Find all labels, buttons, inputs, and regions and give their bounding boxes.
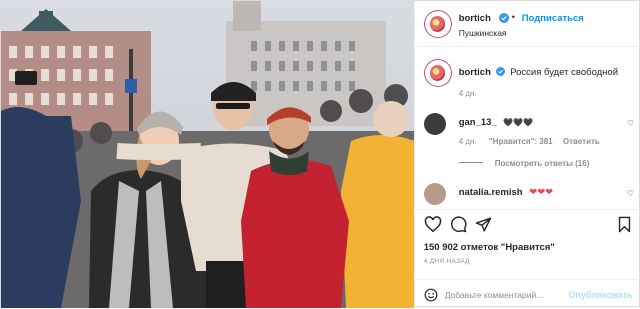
- post-photo[interactable]: [1, 1, 414, 308]
- comment-like-heart-icon[interactable]: ♡: [627, 119, 634, 128]
- comment-input[interactable]: [444, 287, 585, 303]
- add-comment-row: Опубликовать: [414, 279, 640, 309]
- caption-age: 4 дн.: [458, 89, 477, 98]
- comment-text: ❤❤❤: [529, 187, 554, 198]
- publish-button[interactable]: Опубликовать: [568, 290, 632, 300]
- like-heart-icon[interactable]: [424, 216, 442, 233]
- post-actions: 150 902 отметок "Нравится" 4 ДНЯ НАЗАД О…: [414, 209, 640, 309]
- comment-like-heart-icon[interactable]: ♡: [627, 189, 634, 198]
- caption-author-avatar[interactable]: [423, 59, 452, 87]
- save-bookmark-icon[interactable]: [617, 216, 632, 233]
- comment-likes[interactable]: "Нравится": 381: [489, 137, 553, 146]
- author-username[interactable]: bortich: [459, 13, 491, 24]
- post-header: bortich • Подписаться Пушкинская: [414, 1, 640, 47]
- emoji-smiley-icon[interactable]: [424, 288, 438, 302]
- comment-avatar[interactable]: [423, 183, 446, 205]
- post-side-panel: bortich • Подписаться Пушкинская bortich…: [413, 1, 640, 309]
- comment-bubble-icon[interactable]: [450, 216, 467, 233]
- caption: bortich Россия будет свободной: [459, 67, 618, 78]
- header-dot-separator: •: [511, 12, 515, 22]
- comment-username[interactable]: natalia.remish: [459, 187, 523, 198]
- comment-username[interactable]: gan_13_: [459, 117, 497, 128]
- follow-button[interactable]: Подписаться: [522, 13, 584, 24]
- caption-username[interactable]: bortich: [459, 67, 491, 78]
- comment-reply-button[interactable]: Ответить: [563, 137, 600, 146]
- comment-text: 🖤🖤🖤: [503, 118, 534, 127]
- comment-meta: 4 дн. "Нравится": 381 Ответить: [459, 137, 600, 146]
- comment-2: natalia.remish ❤❤❤: [459, 187, 553, 198]
- post-time-ago[interactable]: 4 ДНЯ НАЗАД: [424, 258, 470, 265]
- author-avatar[interactable]: [423, 10, 452, 38]
- photo-illustration: [1, 1, 414, 308]
- view-replies-line: [458, 162, 483, 163]
- likes-count[interactable]: 150 902 отметок "Нравится": [424, 242, 555, 253]
- comment-avatar[interactable]: [423, 113, 446, 135]
- verified-badge-icon: [498, 13, 509, 23]
- share-paper-plane-icon[interactable]: [475, 216, 492, 233]
- view-replies-label[interactable]: Посмотреть ответы (16): [495, 159, 590, 168]
- post-location[interactable]: Пушкинская: [459, 28, 507, 38]
- instagram-post: bortich • Подписаться Пушкинская bortich…: [0, 0, 640, 309]
- view-replies[interactable]: Посмотреть ответы (16): [458, 159, 590, 168]
- caption-text: Россия будет свободной: [510, 67, 619, 78]
- verified-badge-icon: [495, 67, 505, 76]
- comment-1: gan_13_ 🖤🖤🖤: [459, 117, 534, 128]
- comment-age: 4 дн.: [458, 137, 477, 146]
